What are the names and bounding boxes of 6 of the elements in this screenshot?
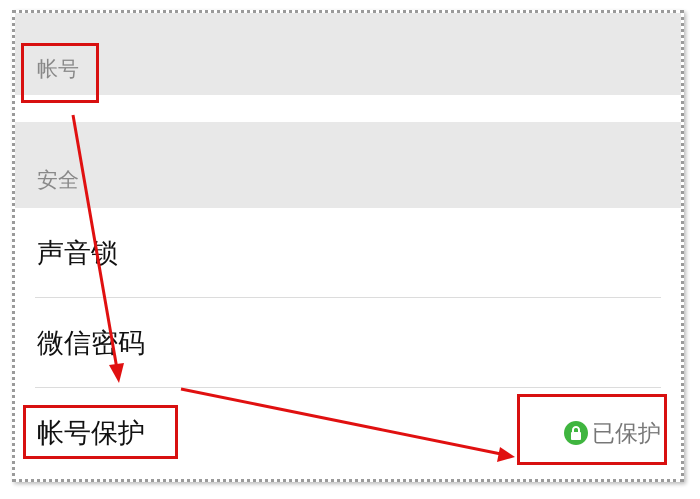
row-label: 帐号保护 <box>37 417 145 451</box>
lock-icon <box>564 421 588 445</box>
section-header: 安全 <box>37 167 79 194</box>
status-text: 已保护 <box>592 420 661 448</box>
section-header: 帐号 <box>37 56 79 83</box>
settings-row[interactable]: 帐号保护 已保护 <box>15 388 681 478</box>
